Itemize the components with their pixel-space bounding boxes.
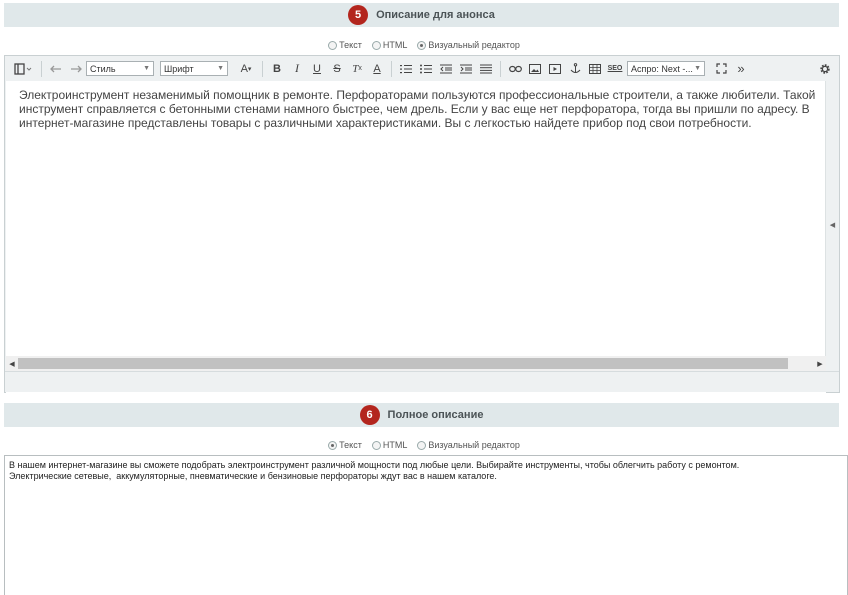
editor-statusbar [5, 371, 839, 392]
scroll-left-icon[interactable]: ◀ [6, 360, 18, 368]
toolbar-divider [500, 60, 501, 77]
radio-html[interactable] [371, 440, 381, 450]
toolbar-divider [41, 60, 42, 77]
toolbar-divider [262, 60, 263, 77]
section-title: Описание для анонса [376, 9, 495, 21]
section-number-badge: 5 [348, 5, 369, 25]
visual-editor: Стиль ▼ Шрифт ▼ A ▾ B I U S Tx A SEO Асп… [4, 55, 840, 412]
section-header-full-description: 6 Полное описание [4, 403, 839, 427]
strikethrough-icon[interactable]: S [327, 59, 347, 79]
section-title: Полное описание [387, 409, 484, 421]
editor-toolbar: Стиль ▼ Шрифт ▼ A ▾ B I U S Tx A SEO Асп… [5, 56, 839, 81]
gear-icon[interactable] [815, 59, 835, 79]
text-color-icon[interactable]: A [367, 59, 387, 79]
editor-mode-switch: Текст HTML Визуальный редактор [0, 438, 848, 452]
section-header-announce: 5 Описание для анонса [4, 3, 839, 27]
bold-icon[interactable]: B [267, 59, 287, 79]
link-icon[interactable] [505, 59, 525, 79]
mode-visual-option[interactable]: Визуальный редактор [417, 440, 520, 450]
scrollbar-thumb[interactable] [18, 358, 788, 369]
horizontal-scrollbar[interactable]: ◀ ▶ [6, 356, 826, 371]
ordered-list-icon[interactable] [396, 59, 416, 79]
fullscreen-icon[interactable] [711, 59, 731, 79]
chevron-down-icon: ▼ [143, 65, 150, 72]
outdent-icon[interactable] [436, 59, 456, 79]
underline-icon[interactable]: U [307, 59, 327, 79]
scroll-right-icon[interactable]: ▶ [814, 360, 826, 368]
font-select[interactable]: Шрифт ▼ [160, 61, 228, 76]
radio-text[interactable] [328, 40, 338, 50]
chevron-left-icon: ◀ [829, 222, 836, 229]
style-select[interactable]: Стиль ▼ [86, 61, 154, 76]
seo-icon[interactable]: SEO [605, 59, 625, 79]
mode-html-option[interactable]: HTML [371, 40, 407, 50]
chevron-down-icon: ▼ [694, 65, 701, 72]
mode-visual-option[interactable]: Визуальный редактор [417, 40, 520, 50]
section-number-badge: 6 [359, 405, 380, 425]
full-description-textarea[interactable]: В нашем интернет-магазине вы сможете под… [4, 455, 848, 595]
indent-icon[interactable] [456, 59, 476, 79]
more-icon[interactable]: » [731, 59, 751, 79]
undo-icon[interactable] [46, 59, 66, 79]
redo-icon[interactable] [66, 59, 86, 79]
italic-icon[interactable]: I [287, 59, 307, 79]
radio-visual[interactable] [417, 40, 427, 50]
table-icon[interactable] [585, 59, 605, 79]
editor-mode-switch: Текст HTML Визуальный редактор [0, 38, 848, 52]
mode-text-option[interactable]: Текст [328, 440, 362, 450]
radio-visual[interactable] [417, 440, 427, 450]
unordered-list-icon[interactable] [416, 59, 436, 79]
radio-html[interactable] [371, 40, 381, 50]
chevron-down-icon: ▼ [217, 65, 224, 72]
mode-text-option[interactable]: Текст [328, 40, 362, 50]
font-size-icon[interactable]: A ▾ [234, 59, 258, 79]
image-icon[interactable] [525, 59, 545, 79]
align-justify-icon[interactable] [476, 59, 496, 79]
radio-text[interactable] [328, 440, 338, 450]
mode-html-option[interactable]: HTML [371, 440, 407, 450]
anchor-icon[interactable] [565, 59, 585, 79]
toolbar-divider [391, 60, 392, 77]
side-panel-toggle[interactable]: ◀ [825, 81, 839, 369]
clear-format-icon[interactable]: Tx [347, 59, 367, 79]
snippet-select[interactable]: Аспро: Next -... ▼ [627, 61, 705, 76]
video-icon[interactable] [545, 59, 565, 79]
view-mode-icon[interactable] [9, 59, 37, 79]
